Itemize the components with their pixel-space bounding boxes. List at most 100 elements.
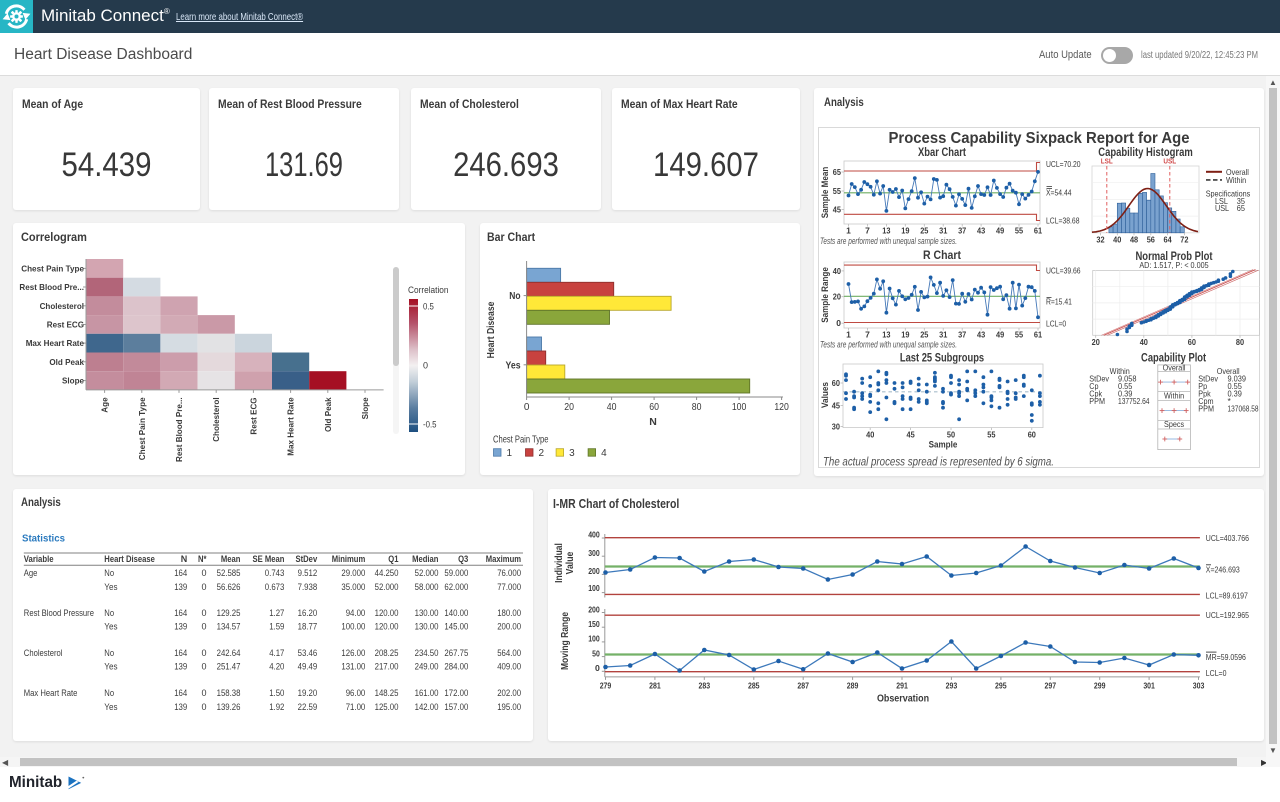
svg-text:564.00: 564.00 bbox=[497, 648, 521, 658]
svg-text:283: 283 bbox=[699, 681, 711, 691]
svg-text:0: 0 bbox=[423, 361, 428, 371]
svg-text:Yes: Yes bbox=[104, 702, 118, 712]
svg-text:Xbar Chart: Xbar Chart bbox=[918, 147, 966, 159]
svg-text:N: N bbox=[649, 416, 657, 428]
svg-text:60: 60 bbox=[1028, 430, 1036, 440]
svg-text:MR=59.0596: MR=59.0596 bbox=[1206, 652, 1246, 662]
svg-text:Slope: Slope bbox=[360, 397, 370, 419]
svg-text:76.000: 76.000 bbox=[497, 568, 521, 578]
svg-text:145.00: 145.00 bbox=[444, 622, 468, 632]
svg-text:0: 0 bbox=[201, 608, 206, 618]
svg-text:R=15.41: R=15.41 bbox=[1046, 297, 1072, 307]
svg-text:251.47: 251.47 bbox=[217, 662, 241, 672]
svg-text:No: No bbox=[509, 291, 520, 302]
svg-text:37: 37 bbox=[958, 330, 966, 340]
svg-text:30: 30 bbox=[832, 422, 840, 432]
svg-text:UCL=192.965: UCL=192.965 bbox=[1206, 610, 1249, 620]
svg-text:0.673: 0.673 bbox=[265, 582, 285, 592]
svg-text:Max Heart Rate: Max Heart Rate bbox=[24, 688, 78, 698]
svg-text:The actual process spread is r: The actual process spread is represented… bbox=[823, 457, 1054, 469]
svg-text:299: 299 bbox=[1094, 681, 1106, 691]
svg-text:19.20: 19.20 bbox=[298, 688, 318, 698]
svg-text:AD: 1.517, P: < 0.005: AD: 1.517, P: < 0.005 bbox=[1139, 260, 1209, 270]
svg-text:400: 400 bbox=[588, 530, 600, 540]
svg-text:UCL=70.20: UCL=70.20 bbox=[1046, 159, 1081, 169]
svg-text:0: 0 bbox=[201, 622, 206, 632]
svg-text:291: 291 bbox=[896, 681, 908, 691]
svg-text:R Chart: R Chart bbox=[923, 250, 961, 262]
svg-text:164: 164 bbox=[174, 648, 187, 658]
svg-text:35.000: 35.000 bbox=[341, 582, 365, 592]
svg-text:Rest Blood Pre...: Rest Blood Pre... bbox=[174, 397, 184, 462]
svg-text:Yes: Yes bbox=[506, 360, 521, 371]
svg-text:137068.58: 137068.58 bbox=[1228, 404, 1259, 414]
svg-text:131.00: 131.00 bbox=[341, 662, 365, 672]
svg-text:48: 48 bbox=[1130, 235, 1138, 245]
svg-text:31: 31 bbox=[939, 330, 947, 340]
svg-text:Correlation: Correlation bbox=[408, 285, 449, 295]
svg-text:60: 60 bbox=[649, 402, 659, 413]
svg-text:0: 0 bbox=[524, 402, 530, 413]
svg-text:195.00: 195.00 bbox=[497, 702, 521, 712]
svg-text:164: 164 bbox=[174, 608, 187, 618]
svg-text:Yes: Yes bbox=[104, 662, 118, 672]
svg-text:Values: Values bbox=[820, 382, 831, 408]
svg-text:9.512: 9.512 bbox=[298, 568, 318, 578]
svg-text:4.20: 4.20 bbox=[269, 662, 284, 672]
svg-text:UCL=403.766: UCL=403.766 bbox=[1206, 533, 1249, 543]
svg-text:19: 19 bbox=[901, 226, 909, 236]
svg-text:293: 293 bbox=[946, 681, 958, 691]
svg-text:Tests are performed with unequ: Tests are performed with unequal sample … bbox=[820, 236, 957, 246]
svg-text:55: 55 bbox=[987, 430, 995, 440]
svg-text:18.77: 18.77 bbox=[298, 622, 318, 632]
svg-text:UCL=39.66: UCL=39.66 bbox=[1046, 266, 1081, 276]
svg-text:0.5: 0.5 bbox=[423, 302, 434, 312]
svg-text:100: 100 bbox=[588, 634, 600, 644]
svg-text:Yes: Yes bbox=[104, 582, 118, 592]
svg-text:50: 50 bbox=[947, 430, 955, 440]
svg-text:64: 64 bbox=[1163, 235, 1171, 245]
svg-text:No: No bbox=[104, 688, 114, 698]
svg-text:Cholesterol: Cholesterol bbox=[40, 301, 84, 311]
svg-text:LCL=89.6197: LCL=89.6197 bbox=[1206, 590, 1248, 600]
svg-text:139: 139 bbox=[174, 662, 187, 672]
svg-text:295: 295 bbox=[995, 681, 1007, 691]
svg-text:200.00: 200.00 bbox=[497, 622, 521, 632]
svg-text:59.000: 59.000 bbox=[444, 568, 468, 578]
svg-text:130.00: 130.00 bbox=[415, 608, 439, 618]
svg-text:43: 43 bbox=[977, 226, 985, 236]
svg-text:Rest ECG: Rest ECG bbox=[248, 397, 258, 435]
svg-text:43: 43 bbox=[977, 330, 985, 340]
svg-text:0: 0 bbox=[201, 568, 206, 578]
svg-text:20: 20 bbox=[564, 402, 574, 413]
svg-text:120: 120 bbox=[774, 402, 789, 413]
svg-text:55: 55 bbox=[1015, 226, 1023, 236]
svg-text:Max Heart Rate: Max Heart Rate bbox=[286, 397, 296, 456]
svg-text:2: 2 bbox=[539, 448, 545, 459]
svg-text:234.50: 234.50 bbox=[415, 648, 439, 658]
svg-text:65: 65 bbox=[833, 167, 841, 177]
svg-text:0: 0 bbox=[201, 662, 206, 672]
svg-text:158.38: 158.38 bbox=[217, 688, 241, 698]
svg-text:100: 100 bbox=[588, 583, 600, 593]
svg-text:Median: Median bbox=[412, 554, 438, 564]
svg-text:7.938: 7.938 bbox=[298, 582, 318, 592]
svg-text:Rest Blood Pressure: Rest Blood Pressure bbox=[24, 608, 94, 618]
svg-text:130.00: 130.00 bbox=[415, 622, 439, 632]
svg-text:61: 61 bbox=[1034, 330, 1042, 340]
svg-text:94.00: 94.00 bbox=[346, 608, 366, 618]
svg-text:150: 150 bbox=[588, 619, 600, 629]
svg-text:137752.64: 137752.64 bbox=[1118, 396, 1150, 406]
svg-text:-0.5: -0.5 bbox=[423, 420, 437, 430]
svg-text:126.00: 126.00 bbox=[341, 648, 365, 658]
svg-text:Minimum: Minimum bbox=[332, 554, 366, 564]
svg-text:45: 45 bbox=[833, 205, 841, 215]
svg-text:Max Heart Rate: Max Heart Rate bbox=[26, 338, 85, 348]
svg-text:140.00: 140.00 bbox=[444, 608, 468, 618]
svg-text:55: 55 bbox=[833, 186, 841, 196]
svg-text:139: 139 bbox=[174, 622, 187, 632]
svg-text:7: 7 bbox=[865, 330, 870, 340]
svg-text:0: 0 bbox=[201, 582, 206, 592]
svg-text:142.00: 142.00 bbox=[415, 702, 439, 712]
svg-text:1.59: 1.59 bbox=[269, 622, 284, 632]
